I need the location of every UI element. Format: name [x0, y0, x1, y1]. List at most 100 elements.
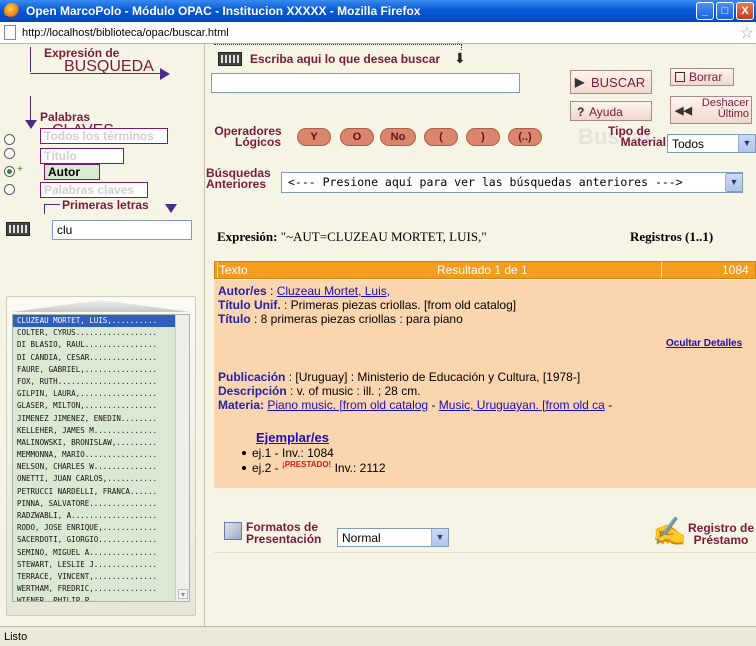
author-list-item[interactable]: GLASER, MILTON,................: [13, 400, 189, 412]
previous-searches-dropdown[interactable]: ▼: [725, 173, 743, 192]
field-todos[interactable]: Todos los términos: [40, 128, 168, 144]
autor-link[interactable]: Cluzeau Mortet, Luis,: [277, 284, 390, 298]
author-list-item[interactable]: MALINOWSKI, BRONISLAW,.........: [13, 437, 189, 449]
radio-autor[interactable]: [4, 166, 15, 177]
arrow-right-icon: [160, 68, 170, 80]
formats-icon: [224, 522, 242, 540]
operator-y-button[interactable]: Y: [297, 128, 331, 146]
operator-group-button[interactable]: (..): [508, 128, 542, 146]
rewind-icon: ◀◀: [675, 105, 692, 117]
author-list-item[interactable]: WERTHAM, FREDRIC,..............: [13, 583, 189, 595]
author-listbox[interactable]: CLUZEAU MORTET, LUIS,.......... COLTER, C…: [12, 314, 190, 602]
borrar-button[interactable]: Borrar: [670, 68, 734, 86]
ejemplares-heading: Ejemplar/es: [256, 430, 329, 445]
bookmark-star-icon[interactable]: ☆: [740, 23, 754, 43]
author-list-item[interactable]: RADZWABLI, A...................: [13, 510, 189, 522]
field-autor[interactable]: Autor: [44, 164, 100, 180]
list-scrollbar[interactable]: ▾: [175, 315, 189, 601]
arrow-down-icon: ⬇: [454, 50, 466, 66]
materia-row: Materia: Piano music. [from old catalog …: [218, 398, 613, 412]
search-prompt: Escriba aqui lo que desea buscar: [250, 52, 441, 66]
radio-titulo[interactable]: [4, 148, 15, 159]
bracket-line: [44, 204, 60, 205]
operator-no-button[interactable]: No: [380, 128, 416, 146]
radio-todos[interactable]: [4, 134, 15, 145]
anteriores-label: Anteriores: [206, 177, 267, 191]
materia-link-2[interactable]: Music, Uruguayan. [from old ca: [439, 398, 605, 412]
bullet: [242, 450, 246, 455]
window-title-bar: Open MarcoPolo - Módulo OPAC - Instituci…: [0, 0, 756, 22]
author-list-item[interactable]: MEMMONNA, MARIO................: [13, 449, 189, 461]
author-list-item[interactable]: STEWART, LESLIE J..............: [13, 559, 189, 571]
author-list-item[interactable]: FOX, RUTH......................: [13, 376, 189, 388]
firefox-icon: [4, 3, 20, 19]
result-header: Texto Resultado 1 de 1 1084: [214, 261, 756, 279]
bracket-line: [30, 96, 31, 121]
expression-value: "~AUT=CLUZEAU MORTET, LUIS,": [280, 229, 487, 244]
author-list-item[interactable]: RODO, JOSE ENRIQUE,............: [13, 522, 189, 534]
chevron-down-icon[interactable]: ▼: [725, 174, 742, 191]
operator-open-paren-button[interactable]: (: [424, 128, 458, 146]
author-list-item[interactable]: CLUZEAU MORTET, LUIS,..........: [13, 315, 189, 328]
deshacer-button[interactable]: ◀◀ Deshacer Último: [670, 96, 752, 124]
formato-select[interactable]: Normal ▼: [337, 528, 449, 547]
bullet: [242, 465, 246, 470]
author-list-item[interactable]: DI CANDIA, CESAR...............: [13, 352, 189, 364]
prestado-badge: ¡PRESTADO!: [282, 460, 332, 469]
url-text[interactable]: http://localhost/biblioteca/opac/buscar.…: [22, 27, 229, 39]
bracket-line: [44, 204, 45, 214]
formato-value: Normal: [342, 531, 381, 545]
operator-close-paren-button[interactable]: ): [466, 128, 500, 146]
address-bar[interactable]: http://localhost/biblioteca/opac/buscar.…: [0, 22, 756, 44]
previous-searches-select[interactable]: <--- Presione aquí para ver las búsqueda…: [281, 172, 743, 193]
buscar-button[interactable]: ▶ BUSCAR: [570, 70, 652, 94]
maximize-button[interactable]: □: [716, 2, 734, 20]
author-list-item[interactable]: KELLEHER, JAMES M..............: [13, 425, 189, 437]
author-list-item[interactable]: SACERDOTI, GIORGIO.............: [13, 534, 189, 546]
checkbox-icon: [675, 72, 685, 82]
letters-input[interactable]: clu: [52, 220, 192, 240]
titulo-value: 8 primeras piezas criollas : para piano: [260, 312, 463, 326]
ocultar-detalles-link[interactable]: Ocultar Detalles: [666, 338, 742, 349]
left-panel: Expresión de BUSQUEDA Palabras CLAVES To…: [0, 44, 205, 626]
ayuda-button[interactable]: ? Ayuda: [570, 101, 652, 121]
author-list-item[interactable]: DI BLASIO, RAUL................: [13, 339, 189, 351]
search-input[interactable]: [211, 73, 520, 93]
tipo-material-select[interactable]: Todos ▼: [667, 134, 756, 153]
author-list-item[interactable]: PINNA, SALVATORE...............: [13, 498, 189, 510]
registro-prestamo-link[interactable]: Registro de Préstamo: [688, 522, 754, 546]
minimize-button[interactable]: _: [696, 2, 714, 20]
chevron-down-icon[interactable]: ▼: [738, 135, 755, 152]
header-id: 1084: [722, 263, 749, 277]
author-list-item[interactable]: GILPIN, LAURA,.................: [13, 388, 189, 400]
scroll-down-icon[interactable]: ▾: [178, 589, 188, 599]
author-list-item[interactable]: TERRACE, VINCENT,..............: [13, 571, 189, 583]
keyboard-icon[interactable]: [218, 52, 242, 66]
author-list-item[interactable]: NELSON, CHARLES W..............: [13, 461, 189, 473]
author-list-item[interactable]: COLTER, CYRUS..................: [13, 327, 189, 339]
page-icon: [4, 25, 16, 40]
author-list-item[interactable]: WIENER, PHILIP P...............: [13, 595, 189, 601]
arrow-down-icon: [25, 120, 37, 129]
author-list-item[interactable]: JIMENEZ JIMENEZ, ENEDIN........: [13, 413, 189, 425]
publicacion-row: Publicación : [Uruguay] : Ministerio de …: [218, 370, 581, 384]
previous-searches-value: <--- Presione aquí para ver las búsqueda…: [288, 175, 683, 189]
author-list-item[interactable]: SEMINO, MIGUEL A...............: [13, 547, 189, 559]
registros-count: Registros (1..1): [630, 229, 714, 244]
materia-link-1[interactable]: Piano music. [from old catalog: [267, 398, 428, 412]
autor-row: Autor/es : Cluzeau Mortet, Luis,: [218, 284, 391, 298]
close-button[interactable]: X: [736, 2, 754, 20]
header-resultado: Resultado 1 de 1: [437, 263, 528, 277]
result-record: Autor/es : Cluzeau Mortet, Luis, Título …: [214, 280, 756, 488]
chevron-down-icon[interactable]: ▼: [431, 529, 448, 546]
field-titulo[interactable]: Título: [40, 148, 124, 164]
status-bar: Listo: [0, 626, 756, 646]
radio-palabras-claves[interactable]: [4, 184, 15, 195]
author-list-item[interactable]: FAURE, GABRIEL,................: [13, 364, 189, 376]
keyboard-icon[interactable]: [6, 222, 30, 236]
author-list-item[interactable]: ONETTI, JUAN CARLOS,...........: [13, 473, 189, 485]
author-list-item[interactable]: PETRUCCI NARDELLI, FRANCA......: [13, 486, 189, 498]
loan-register-icon[interactable]: ✍: [652, 518, 687, 546]
field-palabras-claves[interactable]: Palabras claves: [40, 182, 148, 198]
operator-o-button[interactable]: O: [340, 128, 374, 146]
